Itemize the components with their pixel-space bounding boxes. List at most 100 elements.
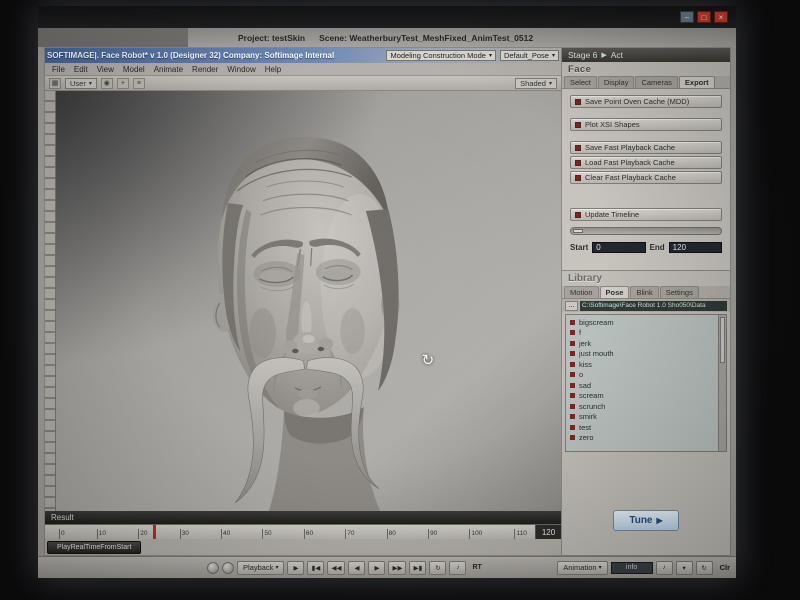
- audio-button[interactable]: ♪: [449, 561, 466, 575]
- play-icon: ▶: [657, 516, 663, 525]
- pose-label: bigscream: [579, 318, 614, 327]
- face-action-button[interactable]: Plot XSI Shapes: [570, 118, 722, 131]
- info-field[interactable]: info: [611, 562, 653, 574]
- orbit-knob-icon[interactable]: [207, 562, 219, 574]
- menu-item[interactable]: Edit: [74, 65, 88, 74]
- pan-knob-icon[interactable]: [222, 562, 234, 574]
- timeline-ruler[interactable]: 0102030405060708090100110 120: [45, 524, 561, 539]
- pose-dropdown[interactable]: Default_Pose ▾: [500, 50, 559, 61]
- loop-button[interactable]: ↻: [429, 561, 446, 575]
- library-tab[interactable]: Pose: [600, 286, 630, 298]
- cache-slider[interactable]: [570, 227, 722, 235]
- stage-header[interactable]: Stage 6 ▶ Act: [562, 48, 730, 62]
- construction-mode-dropdown[interactable]: Modeling Construction Mode ▾: [386, 50, 495, 61]
- minimize-button[interactable]: –: [680, 11, 694, 23]
- menu-icon[interactable]: ≡: [133, 78, 145, 89]
- face-action-button[interactable]: Save Fast Playback Cache: [570, 141, 722, 154]
- pose-bullet-icon: [570, 404, 575, 409]
- end-frame-input[interactable]: 120: [669, 242, 722, 253]
- face-tab[interactable]: Select: [564, 76, 597, 88]
- scrollbar-thumb[interactable]: [720, 317, 725, 363]
- browse-button[interactable]: …: [565, 301, 578, 311]
- result-bar: Result: [45, 511, 561, 524]
- pose-bullet-icon: [570, 383, 575, 388]
- pose-list-item[interactable]: o: [566, 370, 718, 381]
- menu-item[interactable]: Model: [123, 65, 145, 74]
- pose-list-item[interactable]: bigscream: [566, 317, 718, 328]
- pose-label: test: [579, 423, 591, 432]
- first-frame-button[interactable]: ▮◀: [307, 561, 324, 575]
- play-realtime-button[interactable]: PlayRealTimeFromStart: [47, 541, 141, 554]
- list-scrollbar[interactable]: [718, 315, 726, 451]
- pose-list-item[interactable]: sad: [566, 380, 718, 391]
- menu-item[interactable]: Help: [265, 65, 281, 74]
- pose-list-item[interactable]: zero: [566, 433, 718, 444]
- next-key-button[interactable]: ▶▶: [388, 561, 406, 575]
- ruler-tick: 50: [262, 529, 271, 539]
- play-button[interactable]: ▶: [287, 561, 304, 575]
- eye-icon[interactable]: ◉: [101, 78, 113, 89]
- pose-list-item[interactable]: test: [566, 422, 718, 433]
- pose-label: o: [579, 370, 583, 379]
- prev-key-button[interactable]: ◀◀: [327, 561, 345, 575]
- prev-frame-button[interactable]: ◀: [348, 561, 365, 575]
- grid-icon[interactable]: ▦: [49, 78, 61, 89]
- left-toolbar[interactable]: [45, 91, 56, 511]
- menu-item[interactable]: View: [97, 65, 114, 74]
- speaker-icon[interactable]: ♪: [656, 561, 673, 575]
- end-frame-box[interactable]: 120: [535, 525, 561, 539]
- menu-item[interactable]: Window: [227, 65, 255, 74]
- library-path-field[interactable]: C:\Softimage\Face Robot 1.0 Sho050\Data: [580, 301, 727, 311]
- playback-menu-button[interactable]: Playback ▾: [237, 561, 284, 575]
- loop-icon[interactable]: ↻: [696, 561, 713, 575]
- face-action-button[interactable]: Save Point Oven Cache (MDD): [570, 95, 722, 108]
- update-timeline-button[interactable]: Update Timeline: [570, 208, 722, 221]
- library-tab[interactable]: Motion: [564, 286, 599, 298]
- menu-item[interactable]: Render: [192, 65, 218, 74]
- checkbox-icon: [575, 122, 581, 128]
- face-tab[interactable]: Cameras: [635, 76, 677, 88]
- face-action-button[interactable]: Load Fast Playback Cache: [570, 156, 722, 169]
- pose-list-item[interactable]: f: [566, 328, 718, 339]
- library-tab[interactable]: Settings: [660, 286, 699, 298]
- plus-icon[interactable]: +: [117, 78, 129, 89]
- projector-screen: – □ × Project: testSkin Scene: Weatherbu…: [38, 6, 736, 578]
- ruler-tick: 30: [180, 529, 189, 539]
- menu-item[interactable]: Animate: [154, 65, 183, 74]
- pose-list-item[interactable]: just mouth: [566, 349, 718, 360]
- close-button[interactable]: ×: [714, 11, 728, 23]
- restore-button[interactable]: □: [697, 11, 711, 23]
- start-frame-input[interactable]: 0: [592, 242, 645, 253]
- pose-bullet-icon: [570, 414, 575, 419]
- pose-list-item[interactable]: jerk: [566, 338, 718, 349]
- pose-label: just mouth: [579, 349, 614, 358]
- pose-list-item[interactable]: smirk: [566, 412, 718, 423]
- end-label: End: [650, 243, 665, 252]
- camera-selector[interactable]: User ▾: [65, 78, 97, 89]
- tune-button[interactable]: Tune ▶: [613, 510, 679, 531]
- chevron-down-icon[interactable]: ▾: [676, 561, 693, 575]
- pose-label: Default_Pose: [504, 51, 549, 60]
- pose-list-item[interactable]: kiss: [566, 359, 718, 370]
- last-frame-button[interactable]: ▶▮: [409, 561, 426, 575]
- face-tab[interactable]: Display: [598, 76, 635, 88]
- menu-item[interactable]: File: [52, 65, 65, 74]
- viewport-3d[interactable]: ↻: [45, 91, 561, 511]
- next-frame-button[interactable]: ▶: [368, 561, 385, 575]
- ruler-tick: 10: [97, 529, 106, 539]
- slider-handle[interactable]: [573, 229, 583, 233]
- checkbox-icon: [575, 99, 581, 105]
- animation-menu-button[interactable]: Animation ▾: [557, 561, 607, 575]
- face-tab[interactable]: Export: [679, 76, 715, 88]
- pose-list-item[interactable]: scrunch: [566, 401, 718, 412]
- pose-list-item[interactable]: scream: [566, 391, 718, 402]
- face-tabs: SelectDisplayCamerasExport: [562, 76, 730, 89]
- face-action-button[interactable]: Clear Fast Playback Cache: [570, 171, 722, 184]
- library-tab[interactable]: Blink: [630, 286, 658, 298]
- library-path-row: … C:\Softimage\Face Robot 1.0 Sho050\Dat…: [562, 299, 730, 312]
- realtime-toggle[interactable]: RT: [472, 564, 481, 571]
- playhead[interactable]: [153, 525, 156, 539]
- display-mode-selector[interactable]: Shaded ▾: [515, 78, 557, 89]
- ruler-tick: 0: [59, 529, 65, 539]
- clear-label[interactable]: Clr: [720, 563, 730, 572]
